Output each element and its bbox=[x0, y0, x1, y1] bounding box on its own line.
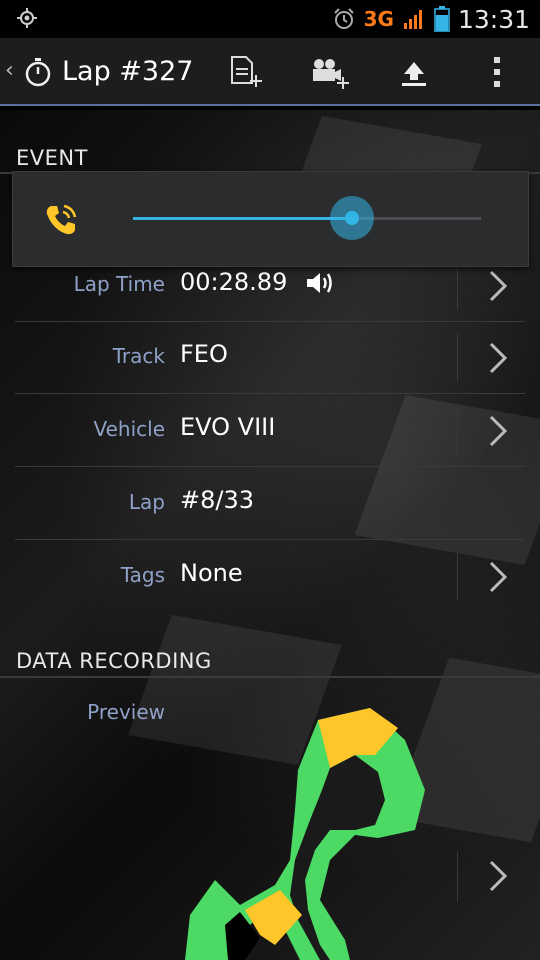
row-divider bbox=[457, 334, 458, 382]
network-type: 3G bbox=[363, 7, 394, 31]
tags-label: Tags bbox=[120, 563, 165, 587]
preview-label: Preview bbox=[87, 700, 165, 724]
volume-slider-fill bbox=[133, 217, 352, 220]
battery-icon bbox=[434, 6, 450, 32]
volume-slider[interactable] bbox=[133, 196, 481, 240]
lap-row: Lap #8/33 bbox=[15, 468, 525, 540]
alarm-icon bbox=[333, 8, 354, 29]
clock: 13:31 bbox=[457, 4, 530, 34]
add-video-button[interactable] bbox=[307, 52, 351, 92]
lap-time-label: Lap Time bbox=[73, 272, 165, 296]
tags-value: None bbox=[180, 559, 243, 587]
status-bar: 3G 13:31 bbox=[0, 0, 540, 38]
volume-popup bbox=[12, 171, 529, 267]
row-divider bbox=[457, 553, 458, 601]
gps-icon bbox=[17, 8, 37, 28]
row-separator bbox=[15, 539, 525, 540]
chevron-right-icon[interactable] bbox=[485, 340, 511, 376]
back-chevron-icon[interactable]: ‹ bbox=[5, 58, 14, 83]
lap-time-text: 00:28.89 bbox=[180, 268, 288, 296]
upload-icon bbox=[402, 62, 426, 86]
phone-volume-icon bbox=[46, 204, 77, 235]
volume-slider-thumb[interactable] bbox=[330, 196, 374, 240]
event-section-header: EVENT bbox=[16, 146, 88, 170]
overflow-menu-button[interactable] bbox=[475, 52, 519, 92]
lap-label: Lap bbox=[128, 490, 165, 514]
row-divider bbox=[457, 262, 458, 310]
vehicle-label: Vehicle bbox=[93, 417, 165, 441]
row-divider bbox=[457, 407, 458, 455]
action-bar-underline bbox=[0, 104, 540, 106]
vehicle-value: EVO VIII bbox=[180, 413, 276, 441]
chevron-right-icon[interactable] bbox=[485, 413, 511, 449]
upload-button[interactable] bbox=[392, 52, 436, 92]
row-divider bbox=[457, 852, 458, 902]
overflow-menu-icon bbox=[494, 57, 500, 87]
action-bar: ‹ Lap #327 bbox=[0, 38, 540, 106]
page-title: Lap #327 bbox=[62, 56, 194, 87]
track-row[interactable]: Track FEO bbox=[15, 322, 525, 394]
chevron-right-icon[interactable] bbox=[485, 858, 511, 894]
track-label: Track bbox=[112, 344, 165, 368]
track-value: FEO bbox=[180, 340, 228, 368]
stopwatch-icon[interactable] bbox=[23, 57, 53, 87]
chevron-right-icon[interactable] bbox=[485, 268, 511, 304]
lap-value: #8/33 bbox=[180, 486, 255, 514]
vehicle-row[interactable]: Vehicle EVO VIII bbox=[15, 395, 525, 467]
signal-icon bbox=[403, 10, 422, 29]
lap-time-value: 00:28.89 bbox=[180, 268, 335, 296]
tags-row[interactable]: Tags None bbox=[15, 541, 525, 613]
chevron-right-icon[interactable] bbox=[485, 559, 511, 595]
row-separator bbox=[15, 393, 525, 394]
row-separator bbox=[15, 466, 525, 467]
speaker-icon[interactable] bbox=[305, 270, 335, 296]
add-video-icon bbox=[313, 59, 349, 89]
data-recording-section-rule bbox=[0, 676, 540, 678]
data-recording-section-header: DATA RECORDING bbox=[16, 649, 212, 673]
add-document-icon bbox=[231, 56, 262, 87]
track-map-preview[interactable] bbox=[180, 700, 440, 960]
add-note-button[interactable] bbox=[224, 52, 268, 92]
